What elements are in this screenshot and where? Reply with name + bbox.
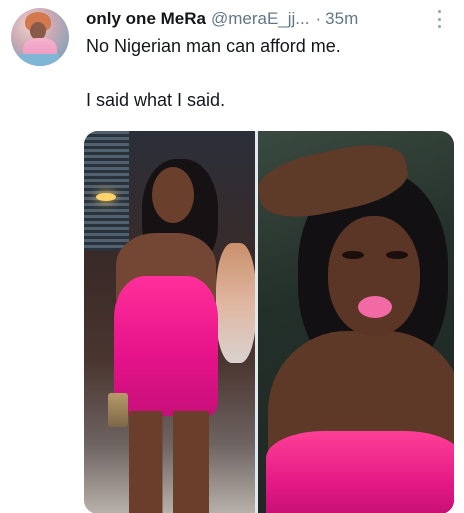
tweet[interactable]: only one MeRa @meraE_jj... · 35m No Nige… xyxy=(0,0,464,513)
avatar-jeans xyxy=(19,54,59,66)
subject-pink-top xyxy=(266,431,454,513)
ceiling-lamp xyxy=(96,193,116,201)
tweet-timestamp[interactable]: 35m xyxy=(325,9,358,29)
window-blinds xyxy=(84,131,129,251)
separator-dot: · xyxy=(315,9,322,28)
tweet-header: only one MeRa @meraE_jj... · 35m xyxy=(86,8,446,30)
tweet-text-line-1: No Nigerian man can afford me. xyxy=(86,36,341,56)
subject-legs xyxy=(129,411,209,513)
more-options-icon[interactable] xyxy=(436,10,442,28)
tweet-text-line-2: I said what I said. xyxy=(86,90,226,110)
background-person xyxy=(216,243,255,363)
subject-eye-left xyxy=(342,251,364,259)
user-handle[interactable]: @meraE_jj... xyxy=(211,9,310,29)
display-name[interactable]: only one MeRa xyxy=(86,9,206,29)
handbag xyxy=(108,393,128,427)
media-photo-1[interactable] xyxy=(84,131,255,513)
avatar[interactable] xyxy=(11,8,69,66)
subject-eye-right xyxy=(386,251,408,259)
subject-face xyxy=(152,167,194,223)
subject-lips xyxy=(358,296,392,318)
tweet-media-grid xyxy=(84,131,454,513)
subject-face xyxy=(328,216,420,336)
subject-pink-dress xyxy=(114,276,218,416)
tweet-text: No Nigerian man can afford me. I said wh… xyxy=(86,33,446,114)
media-photo-2[interactable] xyxy=(258,131,454,513)
